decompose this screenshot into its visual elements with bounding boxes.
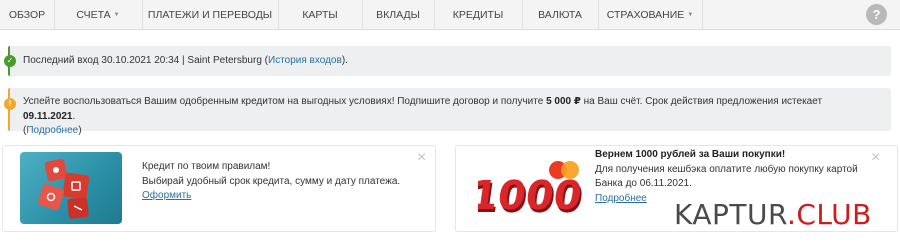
close-icon[interactable]: × <box>871 150 880 166</box>
last-login-notice: ✓ Последний вход 30.10.2021 20:34 | Sain… <box>4 46 891 76</box>
nav-item-currency[interactable]: ВАЛЮТА <box>522 0 598 30</box>
credit-promo-image <box>20 152 122 224</box>
nav-item-accounts[interactable]: СЧЕТА ▼ <box>54 0 142 30</box>
last-login-text: Последний вход 30.10.2021 20:34 | Saint … <box>23 55 348 66</box>
nav-item-insurance[interactable]: СТРАХОВАНИЕ ▼ <box>598 0 702 30</box>
cashback-details-link[interactable]: Подробнее <box>595 193 647 204</box>
nav-divider <box>702 0 703 30</box>
credit-promo-card: Кредит по твоим правилам! Выбирай удобны… <box>2 145 436 232</box>
nav-item-cards[interactable]: КАРТЫ <box>278 0 362 30</box>
nav-item-credits[interactable]: КРЕДИТЫ <box>434 0 522 30</box>
nav-item-overview[interactable]: ОБЗОР <box>0 0 54 30</box>
dice-illustration <box>37 158 90 219</box>
credit-promo-text: Кредит по твоим правилам! Выбирай удобны… <box>142 161 401 201</box>
credit-offer-notice: ! Успейте воспользоваться Вашим одобренн… <box>4 88 891 136</box>
offer-details-link[interactable]: Подробнее <box>26 125 78 136</box>
login-history-link[interactable]: История входов <box>268 55 342 66</box>
close-icon[interactable]: × <box>417 150 426 166</box>
nav-item-deposits[interactable]: ВКЛАДЫ <box>362 0 434 30</box>
chevron-down-icon: ▼ <box>113 12 120 19</box>
exclamation-icon: ! <box>4 98 16 110</box>
credit-offer-text: Успейте воспользоваться Вашим одобренным… <box>23 96 823 136</box>
cashback-promo-image: 1000 1000 <box>467 152 598 228</box>
svg-text:1000: 1000 <box>478 173 585 219</box>
top-nav: ОБЗОР СЧЕТА ▼ ПЛАТЕЖИ И ПЕРЕВОДЫ КАРТЫ ВК… <box>0 0 900 30</box>
check-icon: ✓ <box>4 55 16 67</box>
chevron-down-icon: ▼ <box>687 12 694 19</box>
apply-credit-link[interactable]: Оформить <box>142 190 191 201</box>
nav-item-payments[interactable]: ПЛАТЕЖИ И ПЕРЕВОДЫ <box>142 0 278 30</box>
site-watermark: KAPTUR.CLUB <box>674 198 872 231</box>
help-button[interactable]: ? <box>866 4 887 25</box>
cashback-1000-badge: 1000 1000 <box>467 161 586 222</box>
